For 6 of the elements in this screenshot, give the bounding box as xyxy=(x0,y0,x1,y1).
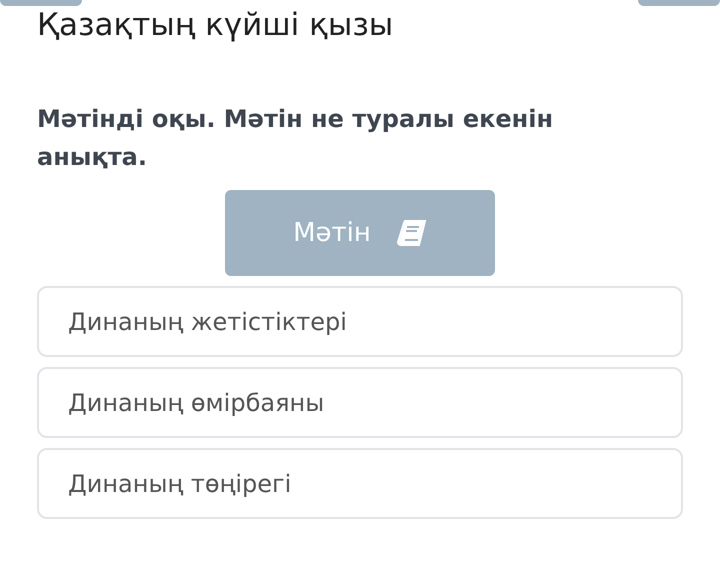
page-title: Қазақтың күйші қызы xyxy=(37,6,394,45)
book-icon xyxy=(396,219,427,247)
answer-option[interactable]: Динаның өмірбаяны xyxy=(37,367,683,438)
answer-option[interactable]: Динаның жетістіктері xyxy=(37,286,683,357)
question-text: Мәтінді оқы. Мәтін не туралы екенін анықта. xyxy=(37,104,554,173)
answer-option[interactable]: Динаның төңірегі xyxy=(37,448,683,519)
